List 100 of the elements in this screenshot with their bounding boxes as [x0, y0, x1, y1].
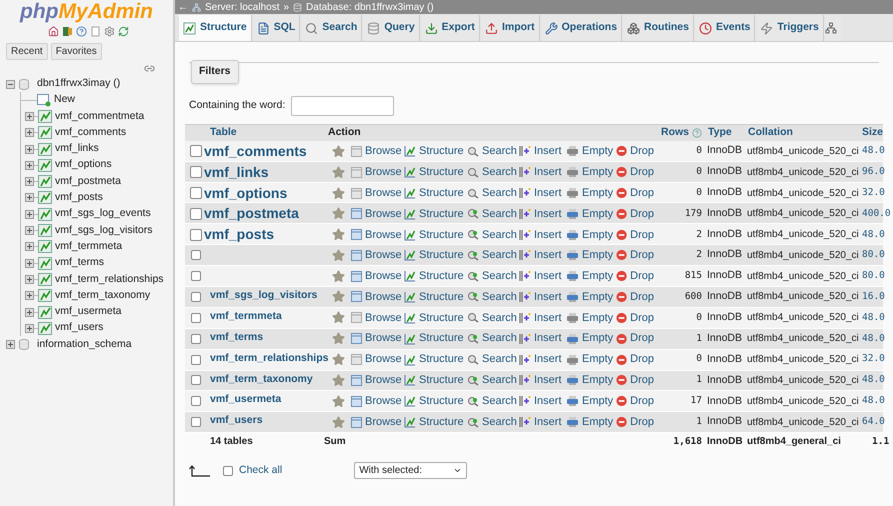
- column-header[interactable]: Collation: [744, 124, 858, 141]
- action-link[interactable]: Browse: [351, 164, 404, 180]
- action-link[interactable]: Structure: [404, 414, 467, 431]
- action-link[interactable]: Structure: [404, 351, 467, 368]
- star-icon[interactable]: [332, 186, 345, 200]
- star-icon[interactable]: [332, 144, 345, 158]
- action-link[interactable]: Structure: [404, 372, 467, 389]
- action-link[interactable]: Browse: [351, 310, 404, 326]
- action-link[interactable]: Insert: [519, 268, 566, 284]
- database-name[interactable]: dbn1ffrwx3imay (): [37, 76, 120, 92]
- expand-icon[interactable]: [25, 112, 34, 121]
- action-link[interactable]: Drop: [616, 143, 654, 160]
- sidebar-table-item[interactable]: vmf_term_taxonomy: [55, 288, 150, 304]
- star-icon[interactable]: [332, 394, 345, 408]
- sidebar-table-item[interactable]: vmf_usermeta: [55, 304, 122, 320]
- action-link[interactable]: Empty: [566, 288, 616, 306]
- action-link[interactable]: Insert: [519, 206, 566, 222]
- action-link[interactable]: Browse: [351, 246, 404, 264]
- star-icon[interactable]: [332, 374, 345, 387]
- sidebar-table-item[interactable]: vmf_posts: [55, 190, 103, 206]
- sidebar-table-item[interactable]: vmf_comments: [55, 124, 126, 141]
- action-link[interactable]: Drop: [616, 206, 654, 222]
- action-link[interactable]: Insert: [519, 246, 566, 264]
- expand-icon[interactable]: [25, 193, 34, 202]
- table-name-link[interactable]: vmf_options: [204, 182, 324, 204]
- action-link[interactable]: Browse: [351, 330, 404, 347]
- row-checkbox[interactable]: [190, 271, 200, 282]
- row-checkbox[interactable]: [190, 208, 202, 220]
- action-link[interactable]: Structure: [404, 206, 467, 222]
- sidebar-table-item[interactable]: vmf_commentmeta: [55, 108, 144, 124]
- link-icon[interactable]: [144, 63, 155, 74]
- database-link[interactable]: Database: dbn1ffrwx3imay (): [306, 0, 434, 14]
- action-link[interactable]: Insert: [519, 351, 566, 368]
- action-link[interactable]: Empty: [566, 372, 616, 389]
- action-link[interactable]: Empty: [566, 206, 616, 222]
- new-table-link[interactable]: New: [54, 92, 76, 108]
- action-link[interactable]: Drop: [616, 184, 654, 202]
- action-link[interactable]: Insert: [519, 372, 566, 389]
- star-icon[interactable]: [332, 228, 345, 242]
- sidebar-table-item[interactable]: vmf_sgs_log_events: [55, 206, 151, 222]
- back-arrow[interactable]: ←: [178, 0, 188, 14]
- action-link[interactable]: Empty: [566, 330, 616, 347]
- expand-icon[interactable]: [25, 128, 34, 138]
- column-header[interactable]: Table: [206, 124, 324, 141]
- action-link[interactable]: Empty: [566, 310, 616, 326]
- expand-icon[interactable]: [25, 242, 34, 252]
- action-link[interactable]: Insert: [519, 226, 566, 244]
- settings-icon[interactable]: [104, 26, 114, 37]
- server-link[interactable]: Server: localhost: [205, 0, 280, 14]
- action-link[interactable]: Browse: [351, 268, 404, 284]
- table-name-link[interactable]: vmf_comments: [204, 140, 324, 162]
- action-link[interactable]: Search: [467, 206, 519, 222]
- row-checkbox[interactable]: [190, 145, 202, 158]
- action-link[interactable]: Insert: [519, 414, 566, 431]
- action-link[interactable]: Browse: [351, 393, 404, 410]
- with-selected-dropdown[interactable]: With selected:: [354, 462, 468, 480]
- action-link[interactable]: Browse: [351, 372, 404, 389]
- action-link[interactable]: Search: [467, 246, 519, 264]
- star-icon[interactable]: [332, 207, 345, 220]
- action-link[interactable]: Insert: [519, 184, 566, 202]
- table-name-link[interactable]: vmf_termmeta: [206, 308, 324, 325]
- expand-icon[interactable]: [25, 308, 34, 316]
- expand-icon[interactable]: [25, 177, 34, 186]
- table-name-link[interactable]: vmf_posts: [204, 224, 324, 246]
- action-link[interactable]: Structure: [404, 268, 467, 284]
- help-icon[interactable]: [76, 26, 86, 37]
- row-checkbox[interactable]: [190, 250, 200, 260]
- table-name-link[interactable]: vmf_users: [206, 412, 324, 430]
- action-link[interactable]: Drop: [616, 246, 654, 264]
- action-link[interactable]: Structure: [404, 288, 467, 306]
- action-link[interactable]: Drop: [616, 414, 654, 431]
- sidebar-table-item[interactable]: vmf_users: [55, 320, 104, 336]
- action-link[interactable]: Drop: [616, 372, 654, 389]
- star-icon[interactable]: [332, 416, 345, 429]
- sidebar-table-item[interactable]: vmf_options: [55, 157, 112, 174]
- action-link[interactable]: Search: [467, 226, 519, 244]
- action-link[interactable]: Insert: [519, 143, 566, 160]
- star-icon[interactable]: [332, 270, 345, 283]
- table-name-link[interactable]: vmf_postmeta: [204, 203, 324, 224]
- action-link[interactable]: Search: [467, 164, 519, 180]
- star-icon[interactable]: [332, 332, 345, 346]
- star-icon[interactable]: [332, 311, 345, 324]
- action-link[interactable]: Empty: [566, 184, 616, 202]
- reload-icon[interactable]: [118, 26, 128, 37]
- action-link[interactable]: Drop: [616, 310, 654, 326]
- expand-icon[interactable]: [25, 324, 34, 333]
- action-link[interactable]: Structure: [404, 310, 467, 326]
- home-icon[interactable]: [48, 26, 58, 37]
- collapse-icon[interactable]: [6, 80, 15, 88]
- action-link[interactable]: Browse: [351, 143, 404, 160]
- document-icon[interactable]: [90, 26, 100, 37]
- action-link[interactable]: Search: [467, 288, 519, 306]
- action-link[interactable]: Insert: [519, 164, 566, 180]
- sidebar-tab-button[interactable]: Recent: [6, 43, 48, 60]
- star-icon[interactable]: [332, 166, 345, 179]
- table-name-link[interactable]: vmf_links: [204, 162, 324, 183]
- action-link[interactable]: Drop: [616, 330, 654, 347]
- star-icon[interactable]: [332, 353, 345, 366]
- table-name-link[interactable]: vmf_sgs_log_visitors: [206, 286, 324, 304]
- sidebar-table-item[interactable]: vmf_term_relationships: [55, 272, 164, 288]
